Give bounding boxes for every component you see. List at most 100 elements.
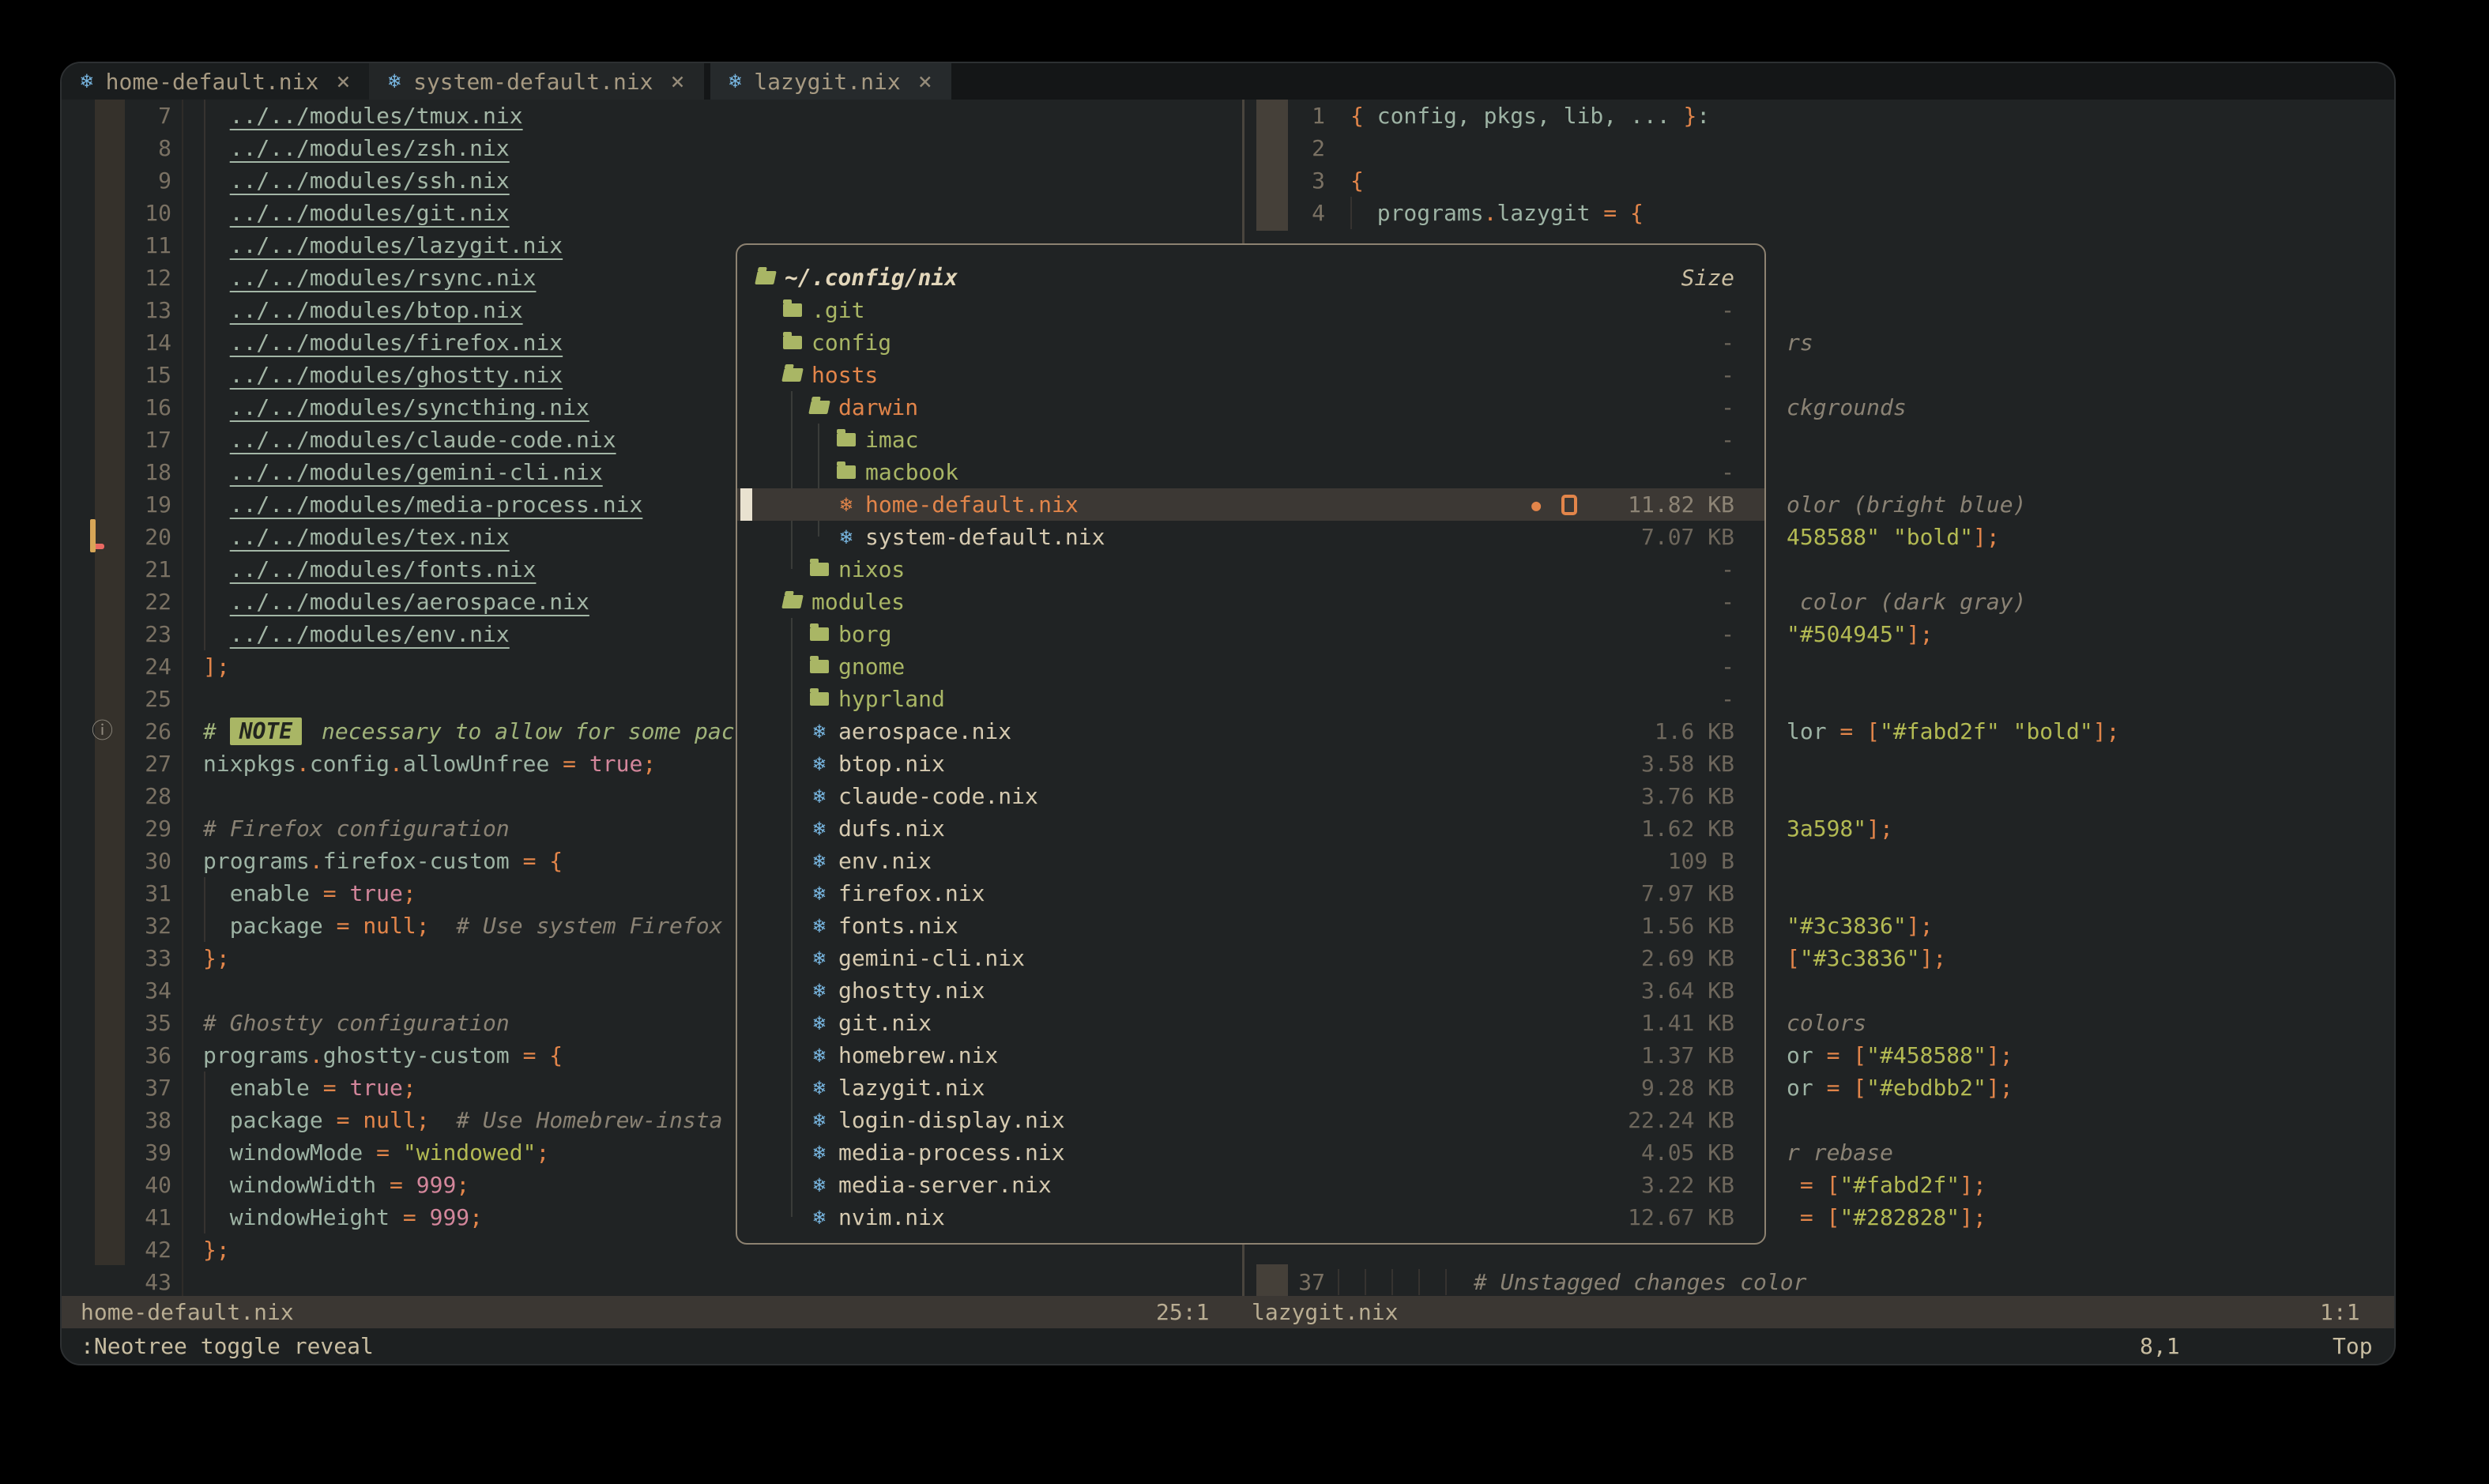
git-modified-icon (1561, 495, 1577, 515)
folder-icon (810, 563, 829, 576)
tree-item-home-default.nix[interactable]: ❄home-default.nix●11.82 KB (737, 488, 1764, 521)
tree-item-media-server.nix[interactable]: ❄ media-server.nix 3.22 KB (737, 1169, 1764, 1201)
code-line[interactable]: 4 programs.lazygit = { (1244, 197, 2396, 229)
tree-item-borg[interactable]: borg- (737, 618, 1764, 650)
tree-item-size: - (1721, 394, 1734, 420)
statusline-left-position: 25:1 (1156, 1296, 1209, 1328)
tree-item-gemini-cli.nix[interactable]: ❄gemini-cli.nix2.69 KB (737, 942, 1764, 974)
tree-item-label: imac (865, 427, 918, 453)
tree-item-label: darwin (838, 394, 918, 420)
folder-icon (783, 336, 802, 349)
line-number: 21 (62, 553, 171, 586)
command-line[interactable]: :Neotree toggle reveal 8,1 Top (62, 1328, 2394, 1364)
comment-text: # Unstagged changes color (1474, 1266, 1806, 1296)
line-number: 26 (62, 715, 171, 748)
nix-snowflake-icon: ❄ (810, 1076, 829, 1100)
neotree-root-row[interactable]: ~/.config/nix Size (737, 262, 1764, 294)
code-line[interactable]: 7 ../../modules/tmux.nix (62, 100, 1242, 132)
line-number: 30 (62, 845, 171, 877)
tree-item-label: macbook (865, 459, 958, 485)
tree-item-macbook[interactable]: macbook- (737, 456, 1764, 488)
tree-item-nixos[interactable]: nixos- (737, 553, 1764, 586)
command-text: :Neotree toggle reveal (81, 1328, 374, 1364)
line-number: 11 (62, 229, 171, 262)
tree-item-homebrew.nix[interactable]: ❄homebrew.nix1.37 KB (737, 1039, 1764, 1072)
tree-item-modules[interactable]: modules- (737, 586, 1764, 618)
code-line[interactable]: 10 ../../modules/git.nix (62, 197, 1242, 229)
tree-item-btop.nix[interactable]: ❄btop.nix3.58 KB (737, 748, 1764, 780)
nix-snowflake-icon: ❄ (810, 979, 829, 1003)
code-line[interactable]: 9 ../../modules/ssh.nix (62, 164, 1242, 197)
tree-item-env.nix[interactable]: ❄env.nix109 B (737, 845, 1764, 877)
folder-icon (783, 303, 802, 317)
line-number: 9 (62, 164, 171, 197)
code-fragment: "#504945"]; (1787, 618, 1933, 650)
code-line[interactable]: 43 (62, 1266, 1242, 1296)
tree-item-system-default.nix[interactable]: ❄system-default.nix7.07 KB (737, 521, 1764, 553)
tree-item-size: - (1721, 653, 1734, 680)
tree-item-hyprland[interactable]: hyprland- (737, 683, 1764, 715)
tree-item-fonts.nix[interactable]: ❄fonts.nix1.56 KB (737, 910, 1764, 942)
line-number: 34 (62, 974, 171, 1007)
tree-item-media-process.nix[interactable]: ❄media-process.nix4.05 KB (737, 1136, 1764, 1169)
tree-item-size: 1.37 KB (1641, 1042, 1734, 1068)
nix-snowflake-icon: ❄ (810, 914, 829, 938)
code-line[interactable]: 3{ (1244, 164, 2396, 197)
tree-item-size: 7.07 KB (1641, 524, 1734, 550)
git-change-sign (90, 519, 96, 552)
tree-item-ghostty.nix[interactable]: ❄ghostty.nix3.64 KB (737, 974, 1764, 1007)
tree-item-label: media-server.nix (838, 1172, 1052, 1198)
code-fragment: r rebase (1787, 1136, 1893, 1169)
code-line[interactable]: 8 ../../modules/zsh.nix (62, 132, 1242, 164)
tree-item-gnome[interactable]: gnome- (737, 650, 1764, 683)
line-number: 42 (62, 1234, 171, 1266)
tree-item-lazygit.nix[interactable]: ❄lazygit.nix9.28 KB (737, 1072, 1764, 1104)
tree-item-label: hosts (811, 362, 878, 388)
tree-item-login-display.nix[interactable]: ❄login-display.nix22.24 KB (737, 1104, 1764, 1136)
tree-item-imac[interactable]: imac- (737, 424, 1764, 456)
line-number: 3 (1244, 164, 1325, 197)
tree-item-size: - (1721, 589, 1734, 615)
tree-item-aerospace.nix[interactable]: ❄aerospace.nix1.6 KB (737, 715, 1764, 748)
nix-snowflake-icon: ❄ (810, 720, 829, 744)
tree-item-nvim.nix[interactable]: ❄nvim.nix12.67 KB (737, 1201, 1764, 1234)
tree-item-.git[interactable]: .git- (737, 294, 1764, 326)
folder-open-icon (781, 595, 804, 608)
tree-item-label: homebrew.nix (838, 1042, 998, 1068)
tree-item-size: 4.05 KB (1641, 1139, 1734, 1166)
line-number: 8 (62, 132, 171, 164)
tree-item-size: 3.22 KB (1641, 1172, 1734, 1198)
line-number: 1 (1244, 100, 1325, 132)
nix-snowflake-icon: ❄ (810, 785, 829, 808)
tree-item-firefox.nix[interactable]: ❄firefox.nix7.97 KB (737, 877, 1764, 910)
tree-item-claude-code.nix[interactable]: ❄claude-code.nix3.76 KB (737, 780, 1764, 812)
code-line[interactable]: 37 # Unstagged changes color (1244, 1266, 2396, 1296)
folder-icon (810, 627, 829, 641)
tree-item-darwin[interactable]: darwin - (737, 391, 1764, 424)
tree-item-git.nix[interactable]: ❄git.nix1.41 KB (737, 1007, 1764, 1039)
nix-snowflake-icon: ❄ (810, 1206, 829, 1230)
tree-item-label: gemini-cli.nix (838, 945, 1025, 971)
nix-snowflake-icon: ❄ (810, 1173, 829, 1197)
line-number: 33 (62, 942, 171, 974)
nix-snowflake-icon: ❄ (810, 1141, 829, 1165)
tree-item-config[interactable]: config- (737, 326, 1764, 359)
tree-item-hosts[interactable]: hosts- (737, 359, 1764, 391)
code-line[interactable]: 2 (1244, 132, 2396, 164)
code-fragment: or = ["#458588"]; (1787, 1039, 2013, 1072)
tree-item-label: env.nix (838, 848, 932, 874)
indent-guide (1418, 1269, 1420, 1295)
line-number: 37 (1244, 1266, 1325, 1296)
folder-icon (837, 433, 856, 446)
line-number: 19 (62, 488, 171, 521)
line-number: 39 (62, 1136, 171, 1169)
line-number: 23 (62, 618, 171, 650)
line-number: 40 (62, 1169, 171, 1201)
ruler-position: 8,1 (2140, 1328, 2180, 1364)
line-number: 38 (62, 1104, 171, 1136)
neotree-popup: ~/.config/nix Size .git-config-hosts-dar… (736, 243, 1766, 1245)
tree-item-dufs.nix[interactable]: ❄dufs.nix1.62 KB (737, 812, 1764, 845)
folder-open-icon (808, 401, 830, 414)
code-line[interactable]: 1{ config, pkgs, lib, ... }: (1244, 100, 2396, 132)
tree-item-size: - (1721, 556, 1734, 582)
